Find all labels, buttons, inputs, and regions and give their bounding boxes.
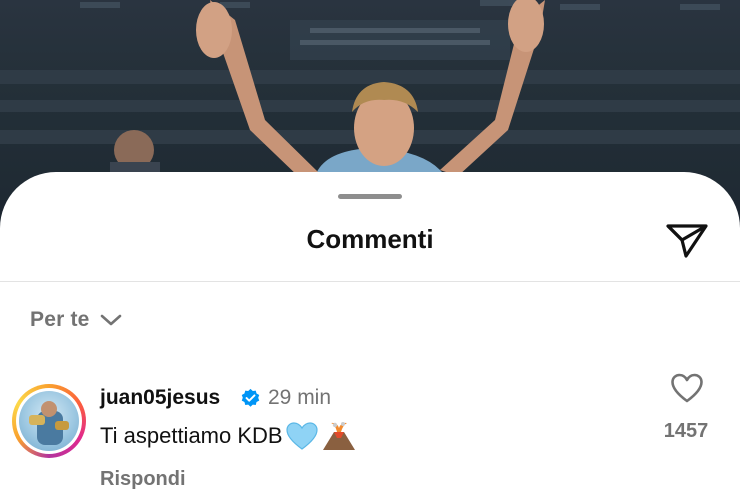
avatar-story-ring[interactable] xyxy=(12,384,86,458)
comment-item: juan05jesus 29 min Ti aspettiamo KDB Ris… xyxy=(0,382,740,493)
sheet-grabber[interactable] xyxy=(338,194,402,199)
header-divider xyxy=(0,281,740,282)
comment-username[interactable]: juan05jesus xyxy=(100,386,220,410)
comment-text: Ti aspettiamo KDB xyxy=(100,423,283,448)
paper-plane-icon xyxy=(666,224,708,258)
heart-outline-icon xyxy=(671,373,703,403)
like-count: 1457 xyxy=(663,420,709,442)
post-photo xyxy=(0,0,740,200)
sheet-title: Commenti xyxy=(306,224,434,254)
light-blue-heart-icon xyxy=(285,422,318,450)
comment-time: 29 min xyxy=(268,386,332,409)
comment-body: Ti aspettiamo KDB xyxy=(100,420,357,452)
sort-label: Per te xyxy=(30,308,90,331)
like-button[interactable] xyxy=(670,372,704,404)
verified-badge-icon xyxy=(241,388,260,407)
volcano-icon xyxy=(322,422,355,450)
reply-button[interactable]: Rispondi xyxy=(100,468,186,491)
comments-sheet: Commenti Per te juan05jesus 29 min Ti as… xyxy=(0,172,740,493)
sort-selector[interactable]: Per te xyxy=(30,306,122,334)
chevron-down-icon xyxy=(100,314,121,326)
avatar xyxy=(19,391,79,451)
share-button[interactable] xyxy=(664,220,710,260)
